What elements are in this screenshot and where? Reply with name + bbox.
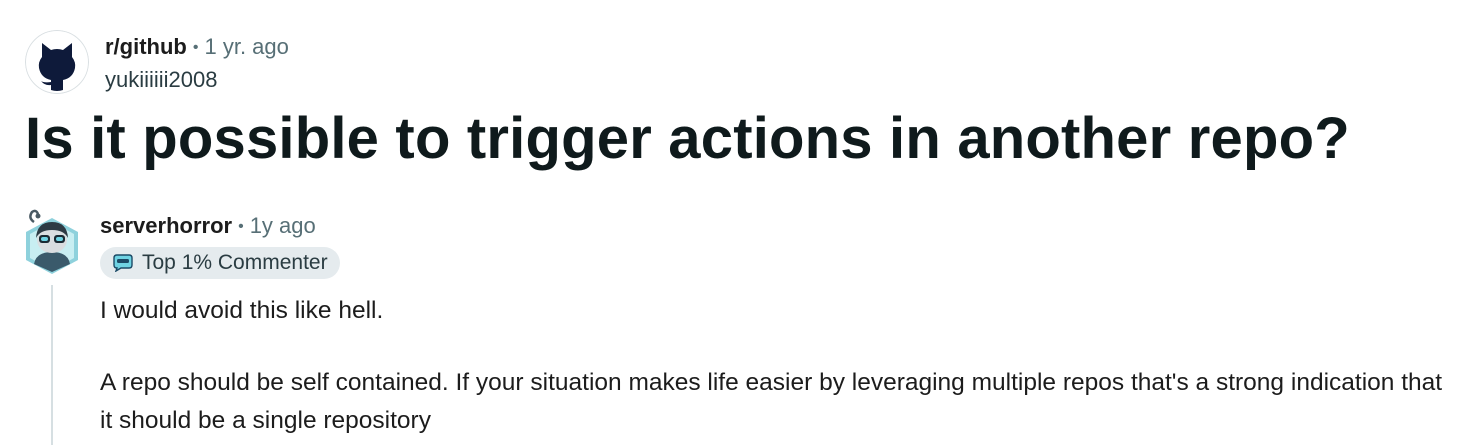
comment-thread-line[interactable] (51, 285, 53, 445)
post-title: Is it possible to trigger actions in ano… (25, 106, 1350, 171)
comment-age: 1y ago (249, 213, 316, 238)
github-octocat-icon[interactable] (25, 30, 89, 94)
comment-body: I would avoid this like hell. A repo sho… (100, 292, 1460, 440)
post-meta-line: r/github • 1 yr. ago (105, 33, 289, 64)
post-meta: r/github • 1 yr. ago yukiiiiii2008 (105, 30, 289, 94)
meta-separator: • (238, 218, 244, 235)
post-author[interactable]: yukiiiiii2008 (105, 66, 289, 94)
commenter-name[interactable]: serverhorror (100, 213, 232, 238)
badge-label: Top 1% Commenter (142, 251, 328, 274)
comment-paragraph: I would avoid this like hell. (100, 297, 384, 324)
snoo-avatar-icon[interactable] (24, 208, 80, 276)
post-header: r/github • 1 yr. ago yukiiiiii2008 (25, 30, 289, 94)
top-commenter-badge-icon (112, 254, 134, 272)
post-age: 1 yr. ago (204, 34, 289, 59)
comment-meta: serverhorror • 1y ago (100, 212, 316, 243)
top-commenter-badge[interactable]: Top 1% Commenter (100, 247, 340, 279)
subreddit-link[interactable]: r/github (105, 34, 187, 59)
meta-separator: • (192, 39, 199, 56)
comment-paragraph: A repo should be self contained. If your… (100, 369, 1443, 434)
